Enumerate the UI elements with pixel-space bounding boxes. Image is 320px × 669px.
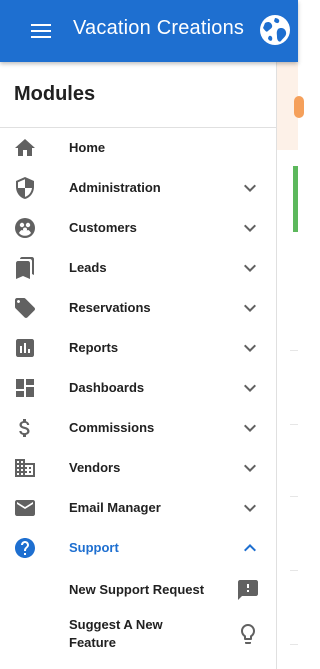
bookmarks-icon (13, 256, 37, 280)
dashboard-icon (13, 376, 37, 400)
nav-item-customers[interactable]: Customers (0, 208, 276, 248)
chevron-down-icon[interactable] (238, 496, 262, 520)
chevron-down-icon[interactable] (238, 296, 262, 320)
nav-item-administration[interactable]: Administration (0, 168, 276, 208)
help-circle-icon (13, 536, 37, 560)
row-divider (290, 424, 298, 425)
status-card-edge (293, 166, 298, 232)
tag-icon (13, 296, 37, 320)
row-divider (290, 570, 298, 571)
app-title: Vacation Creations (73, 17, 245, 39)
chevron-up-icon[interactable] (238, 536, 262, 560)
lightbulb-icon (236, 622, 260, 646)
home-icon (13, 136, 37, 160)
chevron-down-icon[interactable] (238, 176, 262, 200)
nav-item-label: Administration (69, 180, 161, 195)
nav-item-label: Support (69, 540, 119, 555)
subitem-suggest-feature[interactable]: Suggest A New Feature (0, 612, 276, 656)
chevron-down-icon[interactable] (238, 216, 262, 240)
main-content-edge (276, 62, 304, 669)
app-bar: Vacation Creations (0, 0, 298, 62)
subitem-label: Suggest A New Feature (69, 617, 163, 650)
nav-item-label: Home (69, 140, 106, 155)
dollar-icon (13, 416, 37, 440)
nav-item-label: Vendors (69, 460, 121, 475)
chevron-down-icon[interactable] (238, 376, 262, 400)
nav-item-home[interactable]: Home (0, 128, 276, 168)
nav-item-leads[interactable]: Leads (0, 248, 276, 288)
chevron-down-icon[interactable] (238, 416, 262, 440)
nav-item-label: Email Manager (69, 500, 161, 515)
shield-icon (13, 176, 37, 200)
subitem-new-support-request[interactable]: New Support Request (0, 570, 276, 610)
nav-item-reservations[interactable]: Reservations (0, 288, 276, 328)
building-icon (13, 456, 37, 480)
nav-item-label: Reservations (69, 300, 151, 315)
chevron-down-icon[interactable] (238, 456, 262, 480)
nav-item-label: Customers (69, 220, 137, 235)
chevron-down-icon[interactable] (238, 336, 262, 360)
navigation-drawer: Modules Home Administration Customers Le… (0, 62, 277, 669)
nav-item-label: Commissions (69, 420, 155, 435)
nav-item-support[interactable]: Support (0, 528, 276, 568)
nav-item-reports[interactable]: Reports (0, 328, 276, 368)
customers-icon (13, 216, 37, 240)
nav-item-email-manager[interactable]: Email Manager (0, 488, 276, 528)
drawer-title: Modules (14, 83, 96, 105)
nav-item-dashboards[interactable]: Dashboards (0, 368, 276, 408)
globe-logo-icon (258, 13, 292, 47)
alert-indicator (294, 96, 304, 118)
nav-item-vendors[interactable]: Vendors (0, 448, 276, 488)
hamburger-menu-icon[interactable] (31, 24, 51, 38)
nav-item-commissions[interactable]: Commissions (0, 408, 276, 448)
nav-item-label: Reports (69, 340, 119, 355)
subitem-label: New Support Request (69, 582, 205, 597)
nav-item-label: Dashboards (69, 380, 145, 395)
mail-icon (13, 496, 37, 520)
row-divider (290, 350, 298, 351)
chevron-down-icon[interactable] (238, 256, 262, 280)
row-divider (290, 644, 298, 645)
row-divider (290, 496, 298, 497)
nav-item-label: Leads (69, 260, 107, 275)
feedback-icon (236, 578, 260, 602)
bar-chart-icon (13, 336, 37, 360)
